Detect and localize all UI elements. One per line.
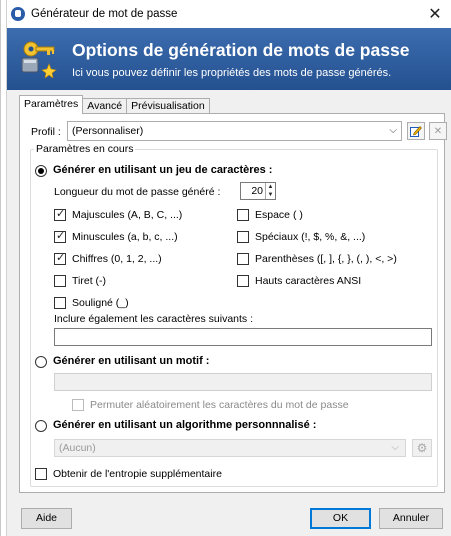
digits-checkbox[interactable]: [54, 251, 66, 265]
pattern-mode-label: Générer en utilisant un motif :: [53, 355, 210, 367]
chevron-down-icon: ⌵: [389, 125, 397, 136]
brackets-checkbox[interactable]: [237, 253, 249, 265]
gear-icon: ⚙: [416, 441, 428, 455]
tab-panel-parametres: Profil : (Personnaliser) ⌵ ✕ Paramètres …: [19, 113, 447, 493]
length-stepper[interactable]: 20 ▲ ▼: [240, 182, 276, 200]
charset-mode-label: Générer en utilisant un jeu de caractère…: [53, 164, 273, 176]
uppercase-label: Majuscules (A, B, C, ...): [72, 209, 183, 221]
brackets-label: Parenthèses ([, ], {, }, (, ), <, >): [255, 253, 397, 265]
key-generator-icon: [21, 41, 57, 78]
shuffle-label: Permuter aléatoirement les caractères du…: [90, 399, 349, 411]
banner-subtitle: Ici vous pouvez définir les propriétés d…: [72, 67, 392, 79]
cancel-button[interactable]: Annuler: [379, 508, 443, 529]
special-label: Spéciaux (!, $, %, &, ...): [255, 231, 366, 243]
banner-title: Options de génération de mots de passe: [72, 40, 410, 60]
pattern-mode-radio[interactable]: [35, 356, 47, 368]
close-button[interactable]: ✕: [423, 2, 447, 26]
algorithm-value: (Aucun): [59, 442, 96, 454]
profile-dropdown[interactable]: (Personnaliser) ⌵: [67, 121, 402, 141]
window-title: Générateur de mot de passe: [31, 8, 178, 20]
banner: Options de génération de mots de passe I…: [7, 28, 451, 90]
edit-profile-icon: [410, 126, 422, 137]
space-label: Espace ( ): [255, 209, 303, 221]
underscore-label: Souligné (_): [72, 297, 129, 309]
delete-profile-button[interactable]: ✕: [429, 122, 447, 140]
edit-profile-button[interactable]: [407, 122, 425, 140]
algorithm-dropdown[interactable]: (Aucun) ⌵: [54, 439, 406, 457]
high-ansi-checkbox[interactable]: [237, 275, 249, 287]
chevron-down-icon: ⌵: [391, 442, 399, 453]
algorithm-mode-label: Générer en utilisant un algorithme perso…: [53, 419, 317, 431]
ok-button[interactable]: OK: [310, 508, 371, 529]
space-checkbox[interactable]: [237, 209, 249, 221]
shuffle-checkbox[interactable]: [72, 399, 84, 411]
entropy-label: Obtenir de l'entropie supplémentaire: [53, 468, 222, 480]
include-chars-input[interactable]: [54, 328, 432, 346]
lowercase-label: Minuscules (a, b, c, ...): [72, 231, 178, 243]
current-settings-label: Paramètres en cours: [34, 143, 136, 155]
password-generator-window: Générateur de mot de passe ✕ Options de …: [0, 0, 451, 536]
tab-avance[interactable]: Avancé: [82, 98, 128, 114]
app-lock-icon: [11, 7, 25, 21]
entropy-checkbox[interactable]: [35, 468, 47, 480]
length-label: Longueur du mot de passe généré :: [54, 186, 221, 198]
algorithm-options-button[interactable]: ⚙: [412, 439, 432, 457]
help-button[interactable]: Aide: [21, 508, 72, 529]
delete-profile-icon: ✕: [433, 125, 443, 137]
pattern-input[interactable]: [54, 373, 432, 391]
charset-mode-radio[interactable]: [35, 165, 47, 177]
tab-strip: Paramètres Avancé Prévisualisation: [19, 95, 210, 114]
tab-previsualisation[interactable]: Prévisualisation: [126, 98, 210, 114]
tab-parametres[interactable]: Paramètres: [19, 95, 84, 114]
dash-label: Tiret (-): [72, 275, 107, 287]
algorithm-mode-radio[interactable]: [35, 420, 47, 432]
special-checkbox[interactable]: [237, 231, 249, 243]
dash-checkbox[interactable]: [54, 275, 66, 287]
lowercase-checkbox[interactable]: [54, 229, 66, 243]
digits-label: Chiffres (0, 1, 2, ...): [72, 253, 162, 265]
length-spin-buttons[interactable]: ▲ ▼: [265, 183, 275, 199]
high-ansi-label: Hauts caractères ANSI: [255, 275, 362, 287]
include-chars-label: Inclure également les caractères suivant…: [54, 313, 254, 325]
length-value: 20: [251, 185, 263, 197]
profile-value: (Personnaliser): [72, 125, 144, 137]
title-bar: Générateur de mot de passe ✕: [7, 0, 451, 28]
profile-label: Profil :: [31, 126, 61, 138]
underscore-checkbox[interactable]: [54, 297, 66, 309]
uppercase-checkbox[interactable]: [54, 207, 66, 221]
